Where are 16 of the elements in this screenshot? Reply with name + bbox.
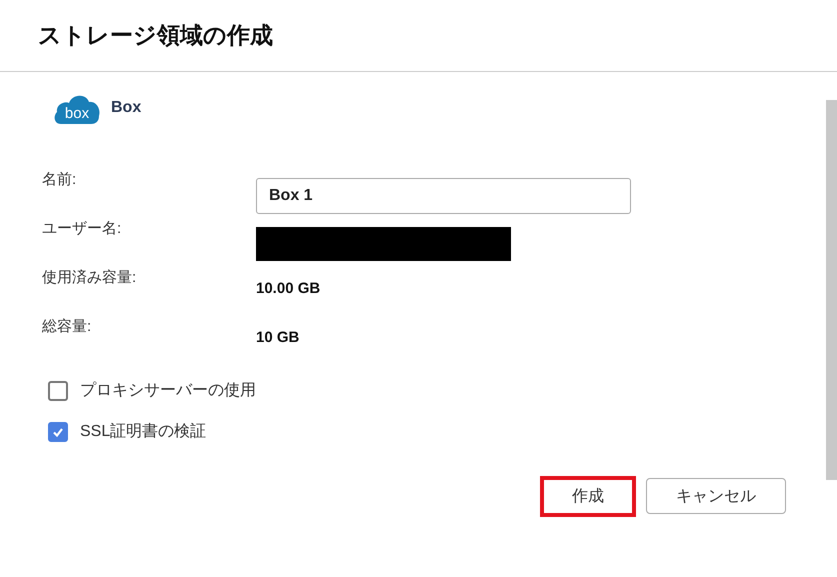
checkbox[interactable] [48, 422, 68, 442]
create-button[interactable]: 作成 [540, 476, 636, 517]
checkbox-label: SSL証明書の検証 [80, 422, 206, 442]
field-label: ユーザー名: [42, 219, 122, 238]
checkbox-label: プロキシサーバーの使用 [80, 380, 256, 401]
field-value: 10 GB [256, 328, 300, 346]
field-label: 総容量: [42, 317, 92, 336]
name-field[interactable]: Box 1 [256, 178, 631, 214]
field-label: 名前: [42, 170, 78, 189]
field-label: 使用済み容量: [42, 268, 138, 287]
scrollbar[interactable] [826, 100, 837, 480]
field-value: 10.00 GB [256, 279, 320, 297]
cancel-button[interactable]: キャンセル [646, 478, 786, 514]
checkbox[interactable] [48, 380, 68, 400]
provider-name: Box [111, 99, 142, 117]
dialog-title: ストレージ領域の作成 [38, 21, 273, 50]
